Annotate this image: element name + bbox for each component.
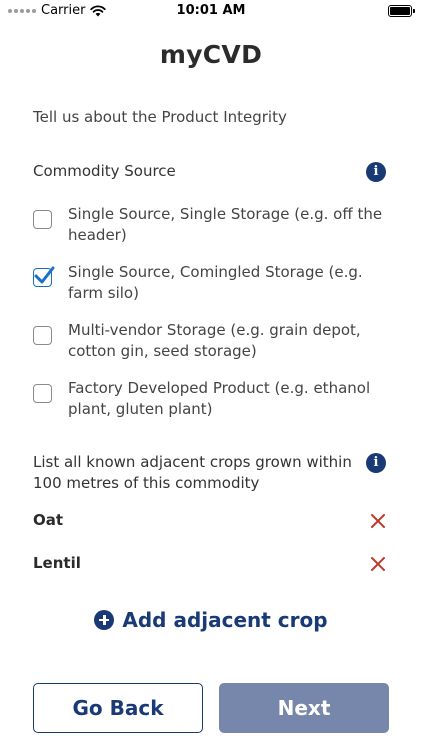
close-icon <box>371 557 385 571</box>
crop-row-oat: Oat <box>33 509 388 533</box>
commodity-source-label: Commodity Source <box>33 162 176 180</box>
commodity-source-info-icon[interactable]: i <box>366 162 386 182</box>
crop-row-lentil: Lentil <box>33 552 388 576</box>
add-adjacent-crop-button[interactable]: Add adjacent crop <box>0 608 422 632</box>
plus-circle-icon <box>94 610 115 630</box>
status-bar: Carrier 10:01 AM <box>0 0 422 22</box>
add-adjacent-crop-label: Add adjacent crop <box>122 608 328 632</box>
crop-name: Lentil <box>33 554 81 572</box>
option-label: Multi-vendor Storage (e.g. grain depot, … <box>68 321 361 360</box>
checkmark-icon <box>34 266 55 284</box>
go-back-button[interactable]: Go Back <box>33 683 203 733</box>
option-label: Factory Developed Product (e.g. ethanol … <box>68 379 371 418</box>
option-label: Single Source, Comingled Storage (e.g. f… <box>68 263 363 302</box>
intro-text: Tell us about the Product Integrity <box>33 108 287 126</box>
status-time: 10:01 AM <box>176 3 246 18</box>
crop-name: Oat <box>33 511 64 529</box>
next-button[interactable]: Next <box>219 683 389 733</box>
checkbox-unchecked[interactable] <box>33 384 52 403</box>
remove-crop-button[interactable] <box>368 554 388 574</box>
adjacent-crops-info-icon[interactable]: i <box>366 453 386 473</box>
option-factory-developed-product[interactable]: Factory Developed Product (e.g. ethanol … <box>33 378 398 422</box>
checkbox-unchecked[interactable] <box>33 210 52 229</box>
close-icon <box>371 514 385 528</box>
option-label: Single Source, Single Storage (e.g. off … <box>68 205 383 244</box>
adjacent-crops-label: List all known adjacent crops grown with… <box>33 453 352 492</box>
option-single-source-comingled-storage[interactable]: Single Source, Comingled Storage (e.g. f… <box>33 262 398 306</box>
remove-crop-button[interactable] <box>368 511 388 531</box>
option-multi-vendor-storage[interactable]: Multi-vendor Storage (e.g. grain depot, … <box>33 320 398 364</box>
checkbox-unchecked[interactable] <box>33 326 52 345</box>
page-title: myCVD <box>159 40 263 69</box>
checkbox-checked[interactable] <box>33 266 55 287</box>
battery-icon <box>388 5 415 17</box>
option-single-source-single-storage[interactable]: Single Source, Single Storage (e.g. off … <box>33 204 398 248</box>
